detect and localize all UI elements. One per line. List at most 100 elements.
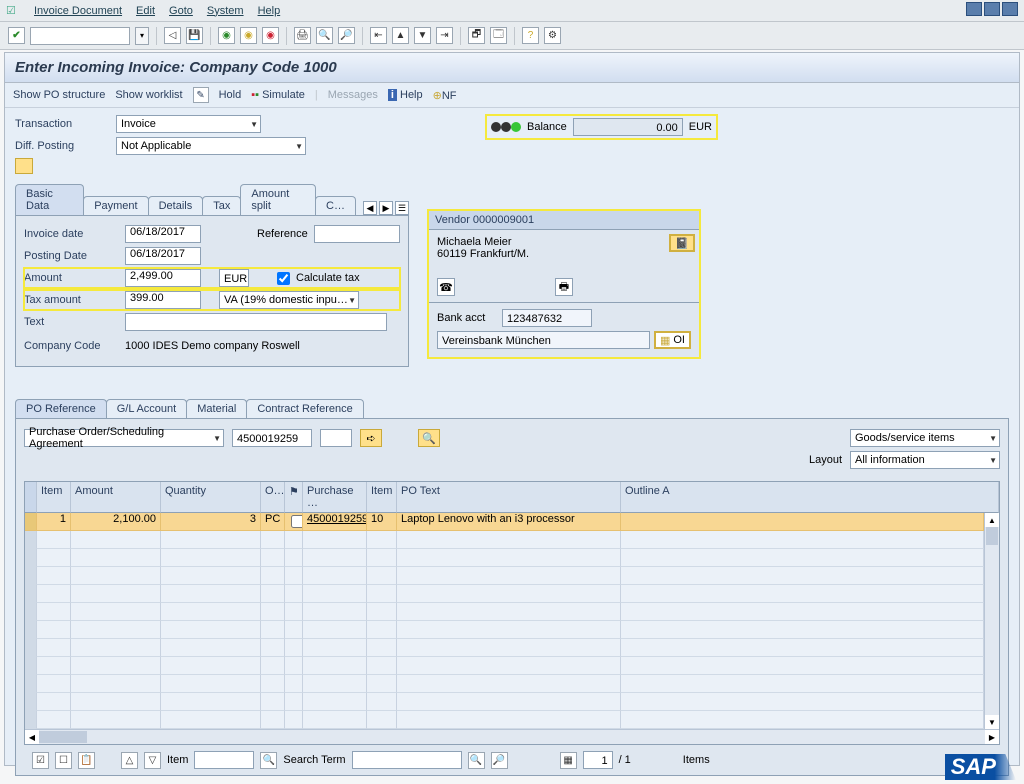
close-button[interactable]: [1002, 2, 1018, 16]
tab-tax[interactable]: Tax: [202, 196, 241, 215]
back-icon[interactable]: ◉: [218, 27, 235, 44]
po-item-field[interactable]: [320, 429, 352, 447]
find-next-icon[interactable]: 🔎: [491, 752, 508, 769]
layout-dropdown[interactable]: All information▼: [850, 451, 1000, 469]
amount-currency-field[interactable]: EUR: [219, 269, 249, 287]
tab-details[interactable]: Details: [148, 196, 204, 215]
goods-service-dropdown[interactable]: Goods/service items▼: [850, 429, 1000, 447]
maximize-button[interactable]: [984, 2, 1000, 16]
table-row[interactable]: 1 2,100.00 3 PC 4500019259 10 Laptop Len…: [25, 513, 984, 531]
tax-amount-field[interactable]: 399.00: [125, 291, 201, 309]
nf-button[interactable]: ⊕NF: [433, 89, 457, 102]
amount-field[interactable]: 2,499.00: [125, 269, 201, 287]
menu-goto[interactable]: Goto: [169, 5, 193, 17]
table-row[interactable]: [25, 585, 984, 603]
col-potext[interactable]: PO Text: [397, 482, 621, 513]
new-session-icon[interactable]: 🗗: [468, 27, 485, 44]
col-quantity[interactable]: Quantity: [161, 482, 261, 513]
page-number-field[interactable]: 1: [583, 751, 613, 769]
display-icon[interactable]: 🖶: [555, 278, 573, 296]
print-icon[interactable]: 🖨: [294, 27, 311, 44]
simulate-button[interactable]: ▪▪ Simulate: [251, 89, 305, 101]
text-field[interactable]: [125, 313, 387, 331]
table-row[interactable]: [25, 549, 984, 567]
save-button[interactable]: 💾: [186, 27, 203, 44]
first-page-icon[interactable]: ⇤: [370, 27, 387, 44]
tab-scroll-right[interactable]: ▶: [379, 201, 393, 215]
sort-asc-icon[interactable]: △: [121, 752, 138, 769]
copy-icon[interactable]: 📋: [78, 752, 95, 769]
reference-field[interactable]: [314, 225, 400, 243]
tab-list-icon[interactable]: ☰: [395, 201, 409, 215]
prev-page-icon[interactable]: ▲: [392, 27, 409, 44]
tab-payment[interactable]: Payment: [83, 196, 148, 215]
table-row[interactable]: [25, 603, 984, 621]
page-icon[interactable]: ▦: [560, 752, 577, 769]
find-next-icon[interactable]: 🔎: [338, 27, 355, 44]
table-row[interactable]: [25, 621, 984, 639]
diff-posting-dropdown[interactable]: Not Applicable▼: [116, 137, 306, 155]
col-uom[interactable]: O…: [261, 482, 285, 513]
deselect-all-icon[interactable]: ☐: [55, 752, 72, 769]
col-flag[interactable]: ⚑: [285, 482, 303, 513]
folder-icon[interactable]: [15, 158, 33, 174]
tab-scroll-left[interactable]: ◀: [363, 201, 377, 215]
create-icon[interactable]: ✎: [193, 87, 209, 103]
last-page-icon[interactable]: ⇥: [436, 27, 453, 44]
search-term-field[interactable]: [352, 751, 462, 769]
table-row[interactable]: [25, 675, 984, 693]
hold-button[interactable]: Hold: [219, 89, 242, 101]
enter-button[interactable]: ✔: [8, 27, 25, 44]
col-outline[interactable]: Outline A: [621, 482, 999, 513]
table-row[interactable]: [25, 567, 984, 585]
back-button[interactable]: ◁: [164, 27, 181, 44]
po-number-field[interactable]: 4500019259: [232, 429, 312, 447]
transaction-dropdown[interactable]: Invoice▼: [116, 115, 261, 133]
select-all-icon[interactable]: ☑: [32, 752, 49, 769]
col-poitem[interactable]: Item: [367, 482, 397, 513]
tab-contract-reference[interactable]: Contract Reference: [246, 399, 363, 418]
col-item[interactable]: Item: [37, 482, 71, 513]
row-flag-checkbox[interactable]: [291, 515, 303, 528]
execute-button[interactable]: ➪: [360, 429, 382, 447]
item-field[interactable]: [194, 751, 254, 769]
menu-invoice-document[interactable]: Invoice Document: [34, 5, 122, 17]
show-po-structure[interactable]: Show PO structure: [13, 89, 105, 101]
posting-date-field[interactable]: 06/18/2017: [125, 247, 201, 265]
oi-button[interactable]: ▦OI: [654, 331, 691, 349]
exit-icon[interactable]: ◉: [240, 27, 257, 44]
search-icon[interactable]: 🔍: [260, 752, 277, 769]
tab-po-reference[interactable]: PO Reference: [15, 399, 107, 418]
menu-edit[interactable]: Edit: [136, 5, 155, 17]
sort-desc-icon[interactable]: ▽: [144, 752, 161, 769]
menu-system[interactable]: System: [207, 5, 244, 17]
table-row[interactable]: [25, 531, 984, 549]
search-po-button[interactable]: 🔍: [418, 429, 440, 447]
table-row[interactable]: [25, 657, 984, 675]
menu-help[interactable]: Help: [258, 5, 281, 17]
address-book-icon[interactable]: 📓: [669, 234, 695, 252]
tab-gl-account[interactable]: G/L Account: [106, 399, 188, 418]
table-row[interactable]: [25, 711, 984, 729]
reference-type-dropdown[interactable]: Purchase Order/Scheduling Agreement▼: [24, 429, 224, 447]
invoice-date-field[interactable]: 06/18/2017: [125, 225, 201, 243]
table-row[interactable]: [25, 693, 984, 711]
col-amount[interactable]: Amount: [71, 482, 161, 513]
phone-icon[interactable]: ☎: [437, 278, 455, 296]
table-row[interactable]: [25, 639, 984, 657]
help-icon[interactable]: ?: [522, 27, 539, 44]
layout-icon[interactable]: 🗔: [490, 27, 507, 44]
find-icon[interactable]: 🔍: [468, 752, 485, 769]
cancel-icon[interactable]: ◉: [262, 27, 279, 44]
tab-basic-data[interactable]: Basic Data: [15, 184, 84, 215]
show-worklist[interactable]: Show worklist: [115, 89, 182, 101]
calculate-tax-checkbox[interactable]: [277, 272, 290, 285]
find-icon[interactable]: 🔍: [316, 27, 333, 44]
tax-code-dropdown[interactable]: VA (19% domestic inpu…▼: [219, 291, 359, 309]
help-button[interactable]: i Help: [388, 89, 423, 101]
tab-material[interactable]: Material: [186, 399, 247, 418]
tab-overflow[interactable]: C…: [315, 196, 356, 215]
command-field-dropdown[interactable]: ▾: [135, 27, 149, 45]
minimize-button[interactable]: [966, 2, 982, 16]
tab-amount-split[interactable]: Amount split: [240, 184, 316, 215]
